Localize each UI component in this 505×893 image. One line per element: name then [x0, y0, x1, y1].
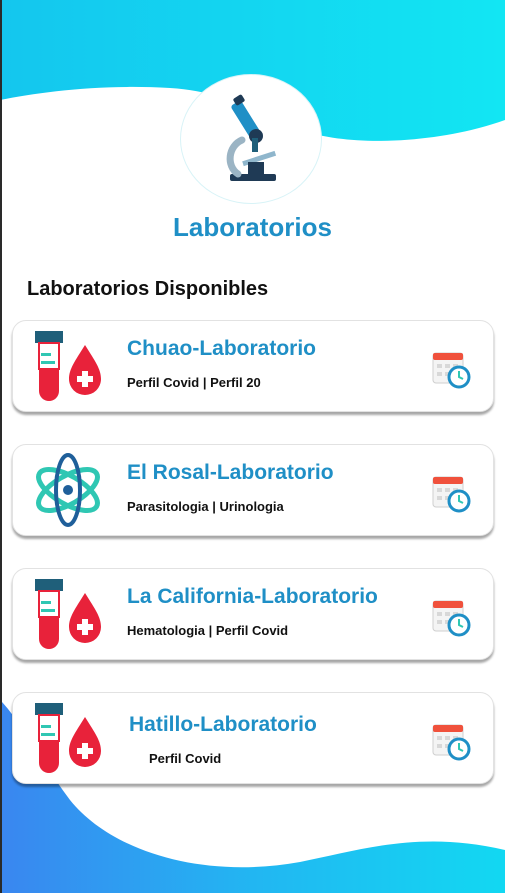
calendar-clock-icon[interactable] — [431, 721, 471, 761]
lab-card-hatillo[interactable]: Hatillo-Laboratorio Perfil Covid — [12, 692, 494, 784]
lab-card-chuao[interactable]: Chuao-Laboratorio Perfil Covid | Perfil … — [12, 320, 494, 412]
lab-tags: Hematologia | Perfil Covid — [127, 623, 289, 638]
section-title: Laboratorios Disponibles — [27, 278, 269, 300]
atom-icon — [36, 453, 100, 527]
calendar-clock-icon[interactable] — [431, 597, 471, 637]
calendar-clock-icon[interactable] — [431, 349, 471, 389]
lab-name: El Rosal-Laboratorio — [127, 461, 334, 484]
window-edge — [0, 0, 2, 893]
blood-test-icon — [35, 703, 101, 773]
lab-name: Chuao-Laboratorio — [127, 337, 316, 360]
lab-name: La California-Laboratorio — [127, 585, 378, 608]
lab-name: Hatillo-Laboratorio — [129, 713, 317, 736]
blood-test-icon — [35, 331, 101, 401]
logo-circle — [181, 75, 321, 203]
lab-tags: Perfil Covid | Perfil 20 — [127, 375, 261, 390]
lab-card-la-california[interactable]: La California-Laboratorio Hematologia | … — [12, 568, 494, 660]
lab-card-el-rosal[interactable]: El Rosal-Laboratorio Parasitologia | Uri… — [12, 444, 494, 536]
blood-test-icon — [35, 579, 101, 649]
microscope-icon — [226, 94, 277, 181]
page-title: Laboratorios — [173, 212, 332, 242]
lab-tags: Parasitologia | Urinologia — [127, 499, 284, 514]
lab-tags: Perfil Covid — [149, 751, 222, 766]
calendar-clock-icon[interactable] — [431, 473, 471, 513]
